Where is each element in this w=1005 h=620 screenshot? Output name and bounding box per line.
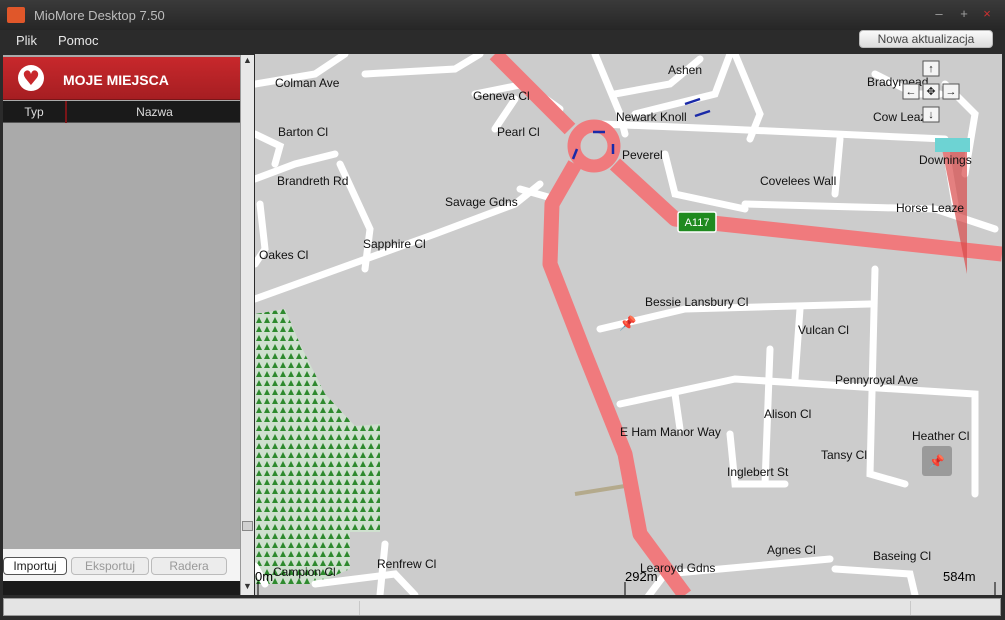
menu-file[interactable]: Plik <box>16 33 37 48</box>
app-window: MioMore Desktop 7.50 – + × Plik Pomoc No… <box>0 0 1005 620</box>
street-label: Downings <box>919 153 972 167</box>
delete-button[interactable]: Radera <box>151 557 227 575</box>
scale-end: 584m <box>943 569 976 584</box>
street-label: Savage Gdns <box>445 195 518 209</box>
places-column-header: Typ Nazwa <box>3 101 240 123</box>
park-area <box>255 309 380 584</box>
street-label: Geneva Cl <box>473 89 530 103</box>
scroll-down-icon[interactable]: ▼ <box>241 581 254 595</box>
street-label: Heather Cl <box>912 429 969 443</box>
column-name[interactable]: Nazwa <box>69 101 240 123</box>
street-label: Horse Leaze <box>896 201 964 215</box>
map-view[interactable]: A117 Colman Ave Geneva Cl Ashen Bradymea… <box>255 54 1002 595</box>
map-canvas[interactable]: A117 Colman Ave Geneva Cl Ashen Bradymea… <box>255 54 1002 595</box>
street-label: Brandreth Rd <box>277 174 348 188</box>
heart-icon: ♥ <box>18 65 44 91</box>
update-button[interactable]: Nowa aktualizacja <box>859 30 993 48</box>
scroll-thumb[interactable] <box>242 521 253 531</box>
status-divider <box>910 601 911 615</box>
status-divider <box>359 601 360 615</box>
street-label: Agnes Cl <box>767 543 816 557</box>
street-label: Vulcan Cl <box>798 323 849 337</box>
close-button[interactable]: × <box>979 6 995 22</box>
title-bar: MioMore Desktop 7.50 – + × <box>0 0 1005 30</box>
export-button[interactable]: Eksportuj <box>71 557 149 575</box>
street-label: Colman Ave <box>275 76 340 90</box>
places-header: ♥ MOJE MIEJSCA <box>3 57 240 100</box>
center-icon: ✥ <box>926 86 935 98</box>
places-scrollbar[interactable]: ▲ ▼ <box>240 55 254 595</box>
arrow-up-icon: ↑ <box>928 63 934 75</box>
scale-mid: 292m <box>625 569 658 584</box>
street-label: Baseing Cl <box>873 549 931 563</box>
import-button[interactable]: Importuj <box>3 557 67 575</box>
path-track <box>574 484 626 496</box>
scroll-up-icon[interactable]: ▲ <box>241 55 254 69</box>
road-shield-label: A117 <box>685 217 710 229</box>
street-label: Pennyroyal Ave <box>835 373 918 387</box>
street-label: Inglebert St <box>727 465 789 479</box>
street-label: Barton Cl <box>278 125 328 139</box>
menu-help[interactable]: Pomoc <box>58 33 98 48</box>
street-label: Bessie Lansbury Cl <box>645 295 748 309</box>
window-title: MioMore Desktop 7.50 <box>34 8 165 23</box>
app-logo-icon <box>7 7 25 23</box>
street-label: Alison Cl <box>764 407 811 421</box>
status-bar <box>3 598 1001 616</box>
column-type[interactable]: Typ <box>3 101 67 123</box>
street-label: E Ham Manor Way <box>620 425 721 439</box>
street-label: Campion Cl <box>273 565 336 579</box>
street-label: Renfrew Cl <box>377 557 436 571</box>
pin-icon[interactable]: 📌 <box>619 314 637 332</box>
menu-bar: Plik Pomoc <box>0 30 1005 54</box>
street-label: Sapphire Cl <box>363 237 426 251</box>
arrow-right-icon: → <box>946 86 957 98</box>
scale-start: 0m <box>255 569 273 584</box>
street-label: Peverel <box>622 148 663 162</box>
minimize-button[interactable]: – <box>931 6 947 22</box>
poi-marker[interactable] <box>935 138 970 152</box>
arrow-down-icon: ↓ <box>928 109 934 121</box>
places-buttons: Importuj Eksportuj Radera <box>3 549 240 581</box>
places-title: MOJE MIEJSCA <box>63 72 169 88</box>
street-label: Tansy Cl <box>821 448 867 462</box>
pin-icon: 📌 <box>929 453 945 469</box>
places-panel <box>3 55 240 595</box>
arrow-left-icon: ← <box>906 86 917 98</box>
street-label: Ashen <box>668 63 702 77</box>
street-label: Covelees Wall <box>760 174 836 188</box>
street-label: Pearl Cl <box>497 125 540 139</box>
maximize-button[interactable]: + <box>956 6 972 22</box>
panel-footer <box>3 581 240 595</box>
street-label: Oakes Cl <box>259 248 308 262</box>
street-label: Newark Knoll <box>616 110 687 124</box>
